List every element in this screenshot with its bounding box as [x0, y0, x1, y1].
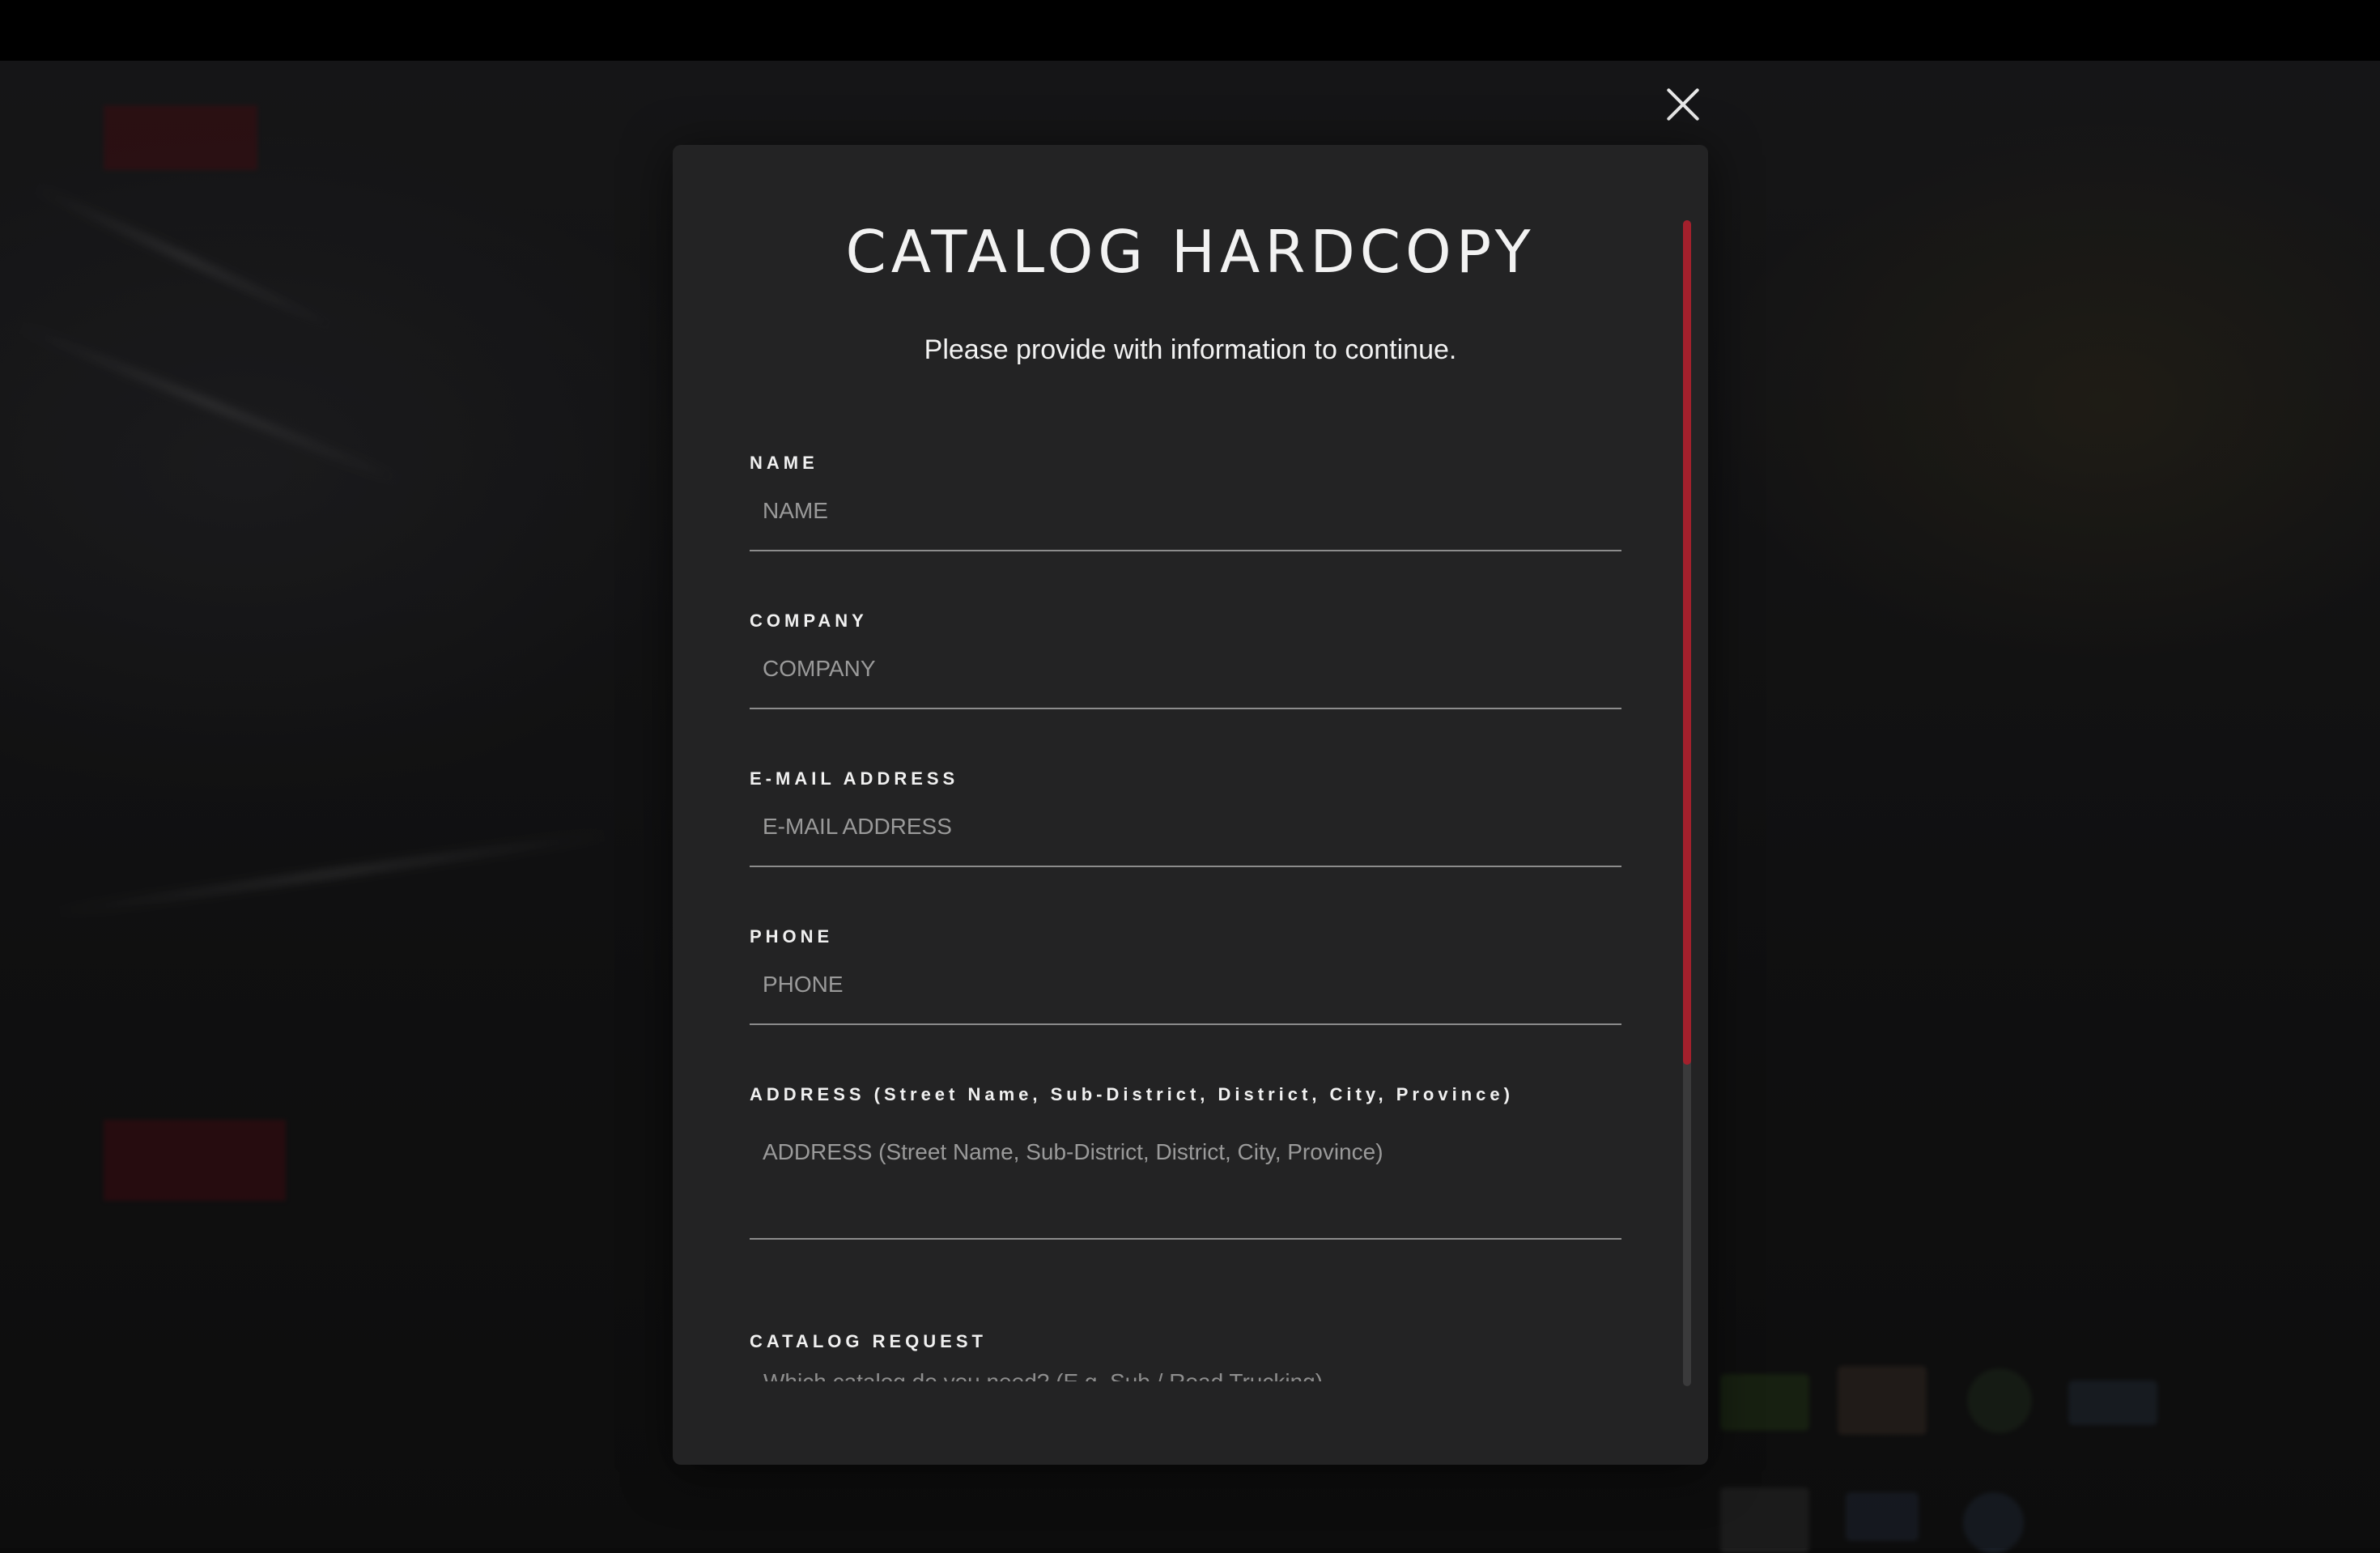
address-label: ADDRESS (Street Name, Sub-District, Dist…: [750, 1083, 1621, 1107]
name-label: NAME: [750, 451, 1621, 475]
company-input[interactable]: [750, 645, 1621, 709]
catalog-request-input[interactable]: Which catalog do you need? (E.g. Sub / R…: [763, 1368, 1323, 1381]
name-field: NAME: [750, 451, 1621, 551]
phone-field: PHONE: [750, 925, 1621, 1025]
phone-input[interactable]: [750, 960, 1621, 1025]
email-input[interactable]: [750, 802, 1621, 867]
modal-scrollbar-thumb[interactable]: [1683, 220, 1691, 1065]
modal-scrollbar[interactable]: [1683, 220, 1691, 1386]
phone-label: PHONE: [750, 925, 1621, 949]
address-input[interactable]: [750, 1118, 1621, 1240]
close-icon[interactable]: [1666, 87, 1700, 121]
company-label: COMPANY: [750, 609, 1621, 633]
company-field: COMPANY: [750, 609, 1621, 709]
address-field: ADDRESS (Street Name, Sub-District, Dist…: [750, 1083, 1621, 1240]
modal-subtitle: Please provide with information to conti…: [673, 334, 1708, 366]
modal-title: CATALOG HARDCOPY: [673, 218, 1708, 286]
catalog-request-field: CATALOG REQUEST: [750, 1330, 1621, 1354]
email-field: E-MAIL ADDRESS: [750, 767, 1621, 867]
email-label: E-MAIL ADDRESS: [750, 767, 1621, 791]
catalog-request-label: CATALOG REQUEST: [750, 1330, 1621, 1354]
name-input[interactable]: [750, 487, 1621, 551]
catalog-modal: CATALOG HARDCOPY Please provide with inf…: [673, 145, 1708, 1465]
